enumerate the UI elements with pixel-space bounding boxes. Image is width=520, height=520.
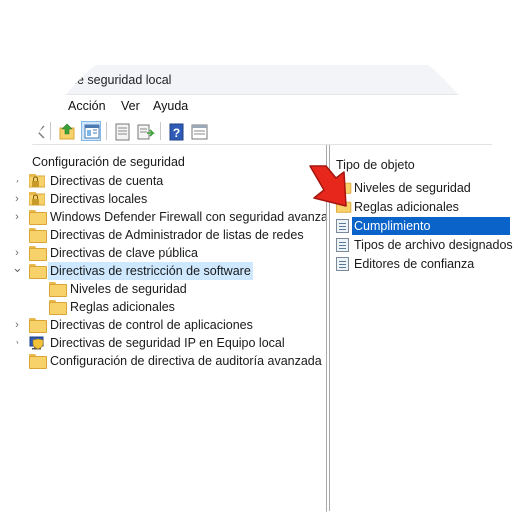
- menu-accion[interactable]: Acción: [68, 99, 106, 113]
- tree-item-label: Directivas de seguridad IP en Equipo loc…: [50, 336, 285, 350]
- list-item-tipos-archivo[interactable]: Tipos de archivo designados: [336, 236, 516, 254]
- lock-folder-icon: [28, 192, 46, 206]
- expand-chevron-icon[interactable]: ›: [12, 208, 22, 226]
- tree-item-listas-redes[interactable]: Directivas de Administrador de listas de…: [12, 226, 312, 244]
- list-item-label: Tipos de archivo designados: [354, 238, 513, 252]
- tree-root-label: Configuración de seguridad: [32, 155, 185, 169]
- expand-chevron-icon[interactable]: ›: [12, 352, 22, 370]
- details-view-icon[interactable]: [189, 121, 209, 141]
- help-icon[interactable]: ?: [166, 121, 186, 141]
- menu-ayuda[interactable]: Ayuda: [153, 99, 188, 113]
- window-title: de seguridad local: [70, 73, 172, 87]
- tree-item-label: Windows Defender Firewall con seguridad …: [50, 210, 342, 224]
- toolbar-separator: [50, 122, 51, 140]
- show-hide-tree-icon[interactable]: [81, 121, 101, 141]
- toolbar-separator: [106, 122, 107, 140]
- toolbar: ?: [0, 117, 520, 145]
- tree-item-label: Directivas de restricción de software: [48, 262, 253, 280]
- lock-folder-icon: [28, 174, 46, 188]
- folder-icon: [49, 300, 67, 315]
- expand-chevron-icon: [30, 280, 40, 298]
- list-item-cumplimiento[interactable]: Cumplimiento: [336, 217, 516, 235]
- tree-item-restriccion-software[interactable]: ⌄ Directivas de restricción de software: [12, 259, 312, 280]
- list-item-editores-confianza[interactable]: Editores de confianza: [336, 255, 516, 273]
- folder-icon: [49, 282, 67, 297]
- tree-item-label: Directivas de cuenta: [50, 174, 164, 188]
- tree-item-seguridad-ip[interactable]: › Directivas de seguridad IP en Equipo l…: [12, 334, 312, 352]
- menu-bar: Acción Ver Ayuda: [0, 95, 520, 117]
- tree-item-label: Directivas de clave pública: [50, 246, 198, 260]
- shield-computer-icon: [29, 336, 45, 350]
- list-item-label: Editores de confianza: [354, 257, 475, 271]
- annotation-arrow-icon: [302, 162, 362, 227]
- tree-item-control-aplicaciones[interactable]: › Directivas de control de aplicaciones: [12, 316, 312, 334]
- tree-item-reglas-adicionales[interactable]: Reglas adicionales: [30, 298, 310, 316]
- export-list-icon[interactable]: [135, 121, 155, 141]
- folder-icon: [29, 210, 47, 225]
- title-bar: de seguridad local: [0, 65, 520, 95]
- folder-icon: [29, 246, 47, 261]
- tree-item-directivas-locales[interactable]: › Directivas locales: [12, 190, 312, 208]
- svg-text:?: ?: [173, 126, 180, 140]
- tree-item-label: Niveles de seguridad: [70, 282, 187, 296]
- folder-icon: [29, 318, 47, 333]
- tree-item-auditoria-avanzada[interactable]: › Configuración de directiva de auditorí…: [12, 352, 322, 370]
- expand-chevron-icon[interactable]: ›: [12, 334, 22, 352]
- expand-chevron-icon[interactable]: ›: [12, 172, 22, 190]
- list-item-niveles-seguridad[interactable]: Niveles de seguridad: [336, 179, 516, 197]
- tree-item-label: Directivas de Administrador de listas de…: [50, 228, 304, 242]
- list-item-reglas-adicionales[interactable]: Reglas adicionales: [336, 198, 516, 216]
- list-item-label: Niveles de seguridad: [354, 181, 471, 195]
- tree-item-label: Reglas adicionales: [70, 300, 175, 314]
- tree-item-clave-publica[interactable]: › Directivas de clave pública: [12, 244, 312, 262]
- folder-icon: [29, 354, 47, 369]
- menu-ver[interactable]: Ver: [121, 99, 140, 113]
- expand-chevron-icon[interactable]: ›: [12, 190, 22, 208]
- tree-item-label: Directivas locales: [50, 192, 148, 206]
- tree-item-firewall[interactable]: › Windows Defender Firewall con segurida…: [12, 208, 342, 226]
- back-icon[interactable]: [30, 121, 50, 141]
- list-item-label: Reglas adicionales: [354, 200, 459, 214]
- tree-item-directivas-cuenta[interactable]: › Directivas de cuenta: [12, 172, 312, 190]
- list-item-label: Cumplimiento: [352, 217, 510, 235]
- policy-object-icon: [336, 238, 350, 252]
- tree-item-label: Directivas de control de aplicaciones: [50, 318, 253, 332]
- up-folder-icon[interactable]: [57, 121, 77, 141]
- expand-chevron-icon: [30, 298, 40, 316]
- tree-item-label: Configuración de directiva de auditoría …: [50, 354, 322, 368]
- folder-icon: [29, 264, 47, 279]
- policy-object-icon: [336, 257, 350, 271]
- folder-icon: [29, 228, 47, 243]
- properties-icon[interactable]: [112, 121, 132, 141]
- tree-item-niveles-seguridad[interactable]: Niveles de seguridad: [30, 280, 310, 298]
- expand-chevron-icon[interactable]: ›: [12, 316, 22, 334]
- collapse-chevron-icon[interactable]: ⌄: [12, 259, 23, 277]
- mmc-window: de seguridad local Acción Ver Ayuda ? Co…: [0, 0, 520, 520]
- toolbar-separator: [160, 122, 161, 140]
- expand-chevron-icon: [12, 226, 22, 244]
